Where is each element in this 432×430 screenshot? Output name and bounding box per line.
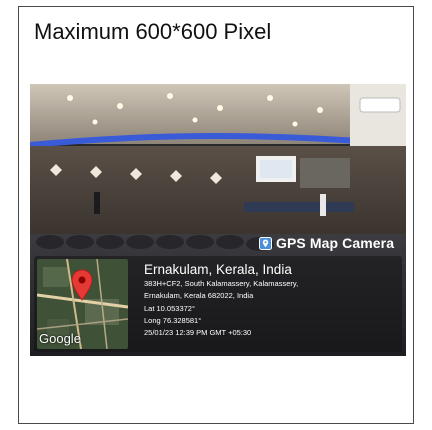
caption-text: Maximum 600*600 Pixel (34, 19, 272, 44)
address-line-2: Ernakulam, Kerala 682022, India (144, 291, 254, 301)
longitude: Long 76.328581° (144, 315, 202, 325)
address-line-1: 383H+CF2, South Kalamassery, Kalamassery… (144, 279, 299, 288)
timestamp: 25/01/23 12:39 PM GMT +05:30 (144, 328, 252, 338)
latitude: Lat 10.053372° (144, 303, 195, 313)
map-thumbnail[interactable]: Google (37, 259, 128, 349)
location-pin-icon (71, 269, 93, 301)
location-details: Ernakulam, Kerala, India 383H+CF2, South… (144, 262, 298, 339)
gps-map-camera-badge: GPS Map Camera (259, 233, 394, 253)
image-frame: Maximum 600*600 Pixel GPS Map Camera Goo… (18, 6, 414, 424)
badge-text: GPS Map Camera (276, 235, 395, 251)
map-pin-icon (259, 236, 272, 250)
location-title: Ernakulam, Kerala, India (144, 262, 292, 277)
geotagged-photo[interactable]: GPS Map Camera Google Ernakulam, Kerala,… (30, 84, 406, 356)
location-info-panel: Google Ernakulam, Kerala, India 383H+CF2… (34, 256, 402, 352)
google-logo: Google (39, 331, 81, 346)
